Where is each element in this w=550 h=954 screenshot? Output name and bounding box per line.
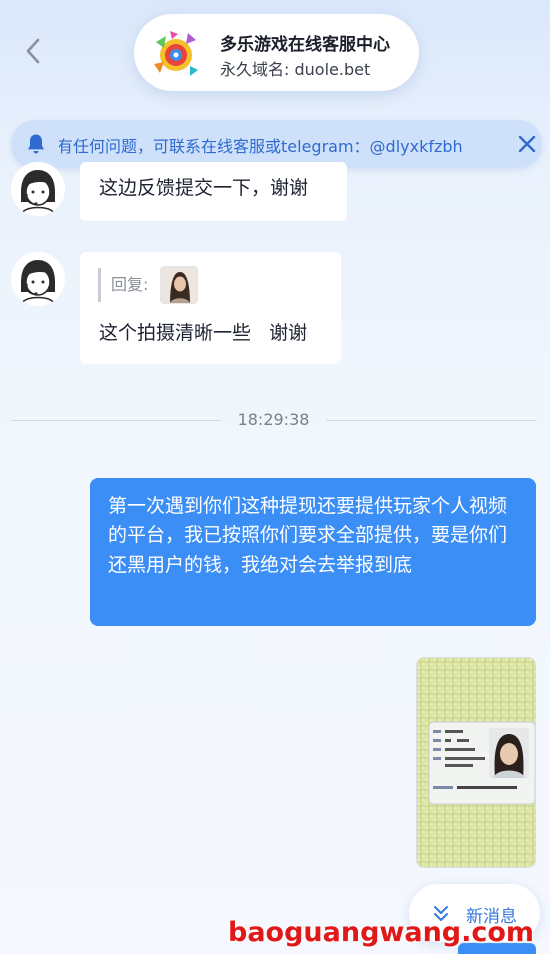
service-title-card: 多乐游戏在线客服中心 永久域名: duole.bet [134, 14, 419, 91]
person-photo-icon [161, 267, 198, 303]
agent-icon [11, 162, 65, 216]
chat-area[interactable]: 这边反馈提交一下，谢谢 回复: 这个拍摄清晰一些 谢谢 18:29:38 第一次… [0, 162, 550, 954]
service-title: 多乐游戏在线客服中心 [220, 35, 390, 55]
notice-text: 若有任何问题，可联系在线客服或telegram：@dlyxkfzbh [59, 137, 463, 156]
reply-quote[interactable]: 回复: [98, 266, 199, 304]
divider-line [326, 420, 536, 421]
close-icon[interactable] [516, 133, 538, 155]
agent-reply-bubble: 回复: 这个拍摄清晰一些 谢谢 [80, 252, 341, 364]
game-logo [154, 31, 198, 76]
agent-icon [11, 252, 65, 306]
notice-bar: 若有任何问题，可联系在线客服或telegram：@dlyxkfzbh [11, 120, 542, 168]
reply-thumbnail[interactable] [160, 266, 199, 304]
reply-label: 回复: [111, 274, 149, 294]
notice-marquee: 若有任何问题，可联系在线客服或telegram：@dlyxkfzbh [59, 120, 507, 168]
bell-icon [27, 134, 45, 154]
permanent-domain: 永久域名: duole.bet [220, 60, 371, 79]
chevron-left-icon [26, 38, 40, 64]
watermark: baoguangwang.com [228, 917, 535, 948]
back-button[interactable] [18, 36, 48, 66]
user-message-text: 第一次遇到你们这种提现还要提供玩家个人视频的平台，我已按照你们要求全部提供，要是… [108, 495, 508, 576]
id-card-photo [417, 658, 535, 867]
agent-avatar [11, 162, 65, 216]
user-image-message[interactable] [416, 657, 536, 868]
header: 多乐游戏在线客服中心 永久域名: duole.bet [0, 0, 550, 106]
time-divider: 18:29:38 [11, 408, 536, 432]
agent-message-text: 这个拍摄清晰一些 谢谢 [99, 322, 308, 344]
user-message-bubble: 第一次遇到你们这种提现还要提供玩家个人视频的平台，我已按照你们要求全部提供，要是… [90, 478, 536, 626]
agent-message-bubble: 这边反馈提交一下，谢谢 [80, 162, 347, 221]
agent-message-text: 这边反馈提交一下，谢谢 [99, 177, 309, 199]
agent-avatar [11, 252, 65, 306]
